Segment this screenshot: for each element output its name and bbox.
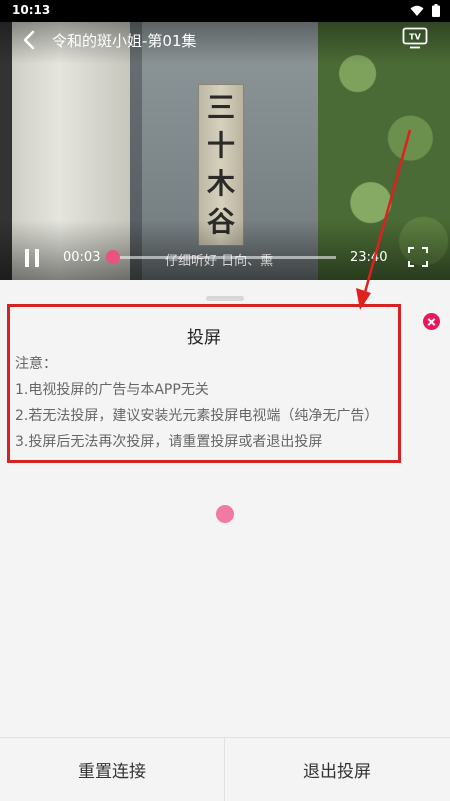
current-time: 00:03 [63, 250, 101, 265]
note-line-3: 3.投屏后无法再次投屏，请重置投屏或者退出投屏 [15, 434, 323, 450]
battery-icon [432, 4, 440, 17]
video-player[interactable]: 三 十 木 谷 令和的斑小姐-第01集 TV 00:03 仔细听好 日向、熏 2… [0, 22, 450, 280]
bottom-action-bar: 重置连接 退出投屏 [0, 737, 450, 801]
pause-icon[interactable] [22, 247, 42, 269]
wifi-icon [410, 5, 424, 16]
close-icon[interactable] [423, 313, 440, 330]
exit-cast-button[interactable]: 退出投屏 [225, 738, 449, 801]
status-icons [410, 4, 440, 17]
total-time: 23:40 [350, 250, 388, 265]
panel-title: 投屏 [187, 328, 221, 348]
sign-char: 三 [206, 91, 235, 124]
sign-char: 十 [206, 129, 235, 162]
tv-cast-icon[interactable]: TV [402, 27, 428, 49]
video-frame: 三 十 木 谷 [0, 22, 450, 280]
reset-connection-button[interactable]: 重置连接 [0, 738, 224, 801]
status-time: 10:13 [12, 3, 51, 17]
note-line-1: 1.电视投屏的广告与本APP无关 [15, 382, 209, 398]
note-heading: 注意： [15, 356, 57, 372]
subtitle-text: 仔细听好 日向、熏 [165, 254, 274, 269]
sign-char: 木 [206, 167, 235, 200]
loading-indicator [216, 505, 234, 523]
progress-thumb[interactable] [106, 250, 120, 264]
video-title: 令和的斑小姐-第01集 [52, 32, 197, 50]
cast-info-box: 投屏 注意： 1.电视投屏的广告与本APP无关 2.若无法投屏，建议安装光元素投… [7, 304, 401, 463]
back-arrow-icon[interactable] [18, 28, 42, 52]
note-line-2: 2.若无法投屏，建议安装光元素投屏电视端（纯净无广告） [15, 408, 379, 424]
fullscreen-icon[interactable] [408, 247, 428, 267]
drag-handle[interactable] [206, 296, 244, 301]
tv-label: TV [409, 33, 421, 42]
status-bar: 10:13 [0, 0, 450, 22]
